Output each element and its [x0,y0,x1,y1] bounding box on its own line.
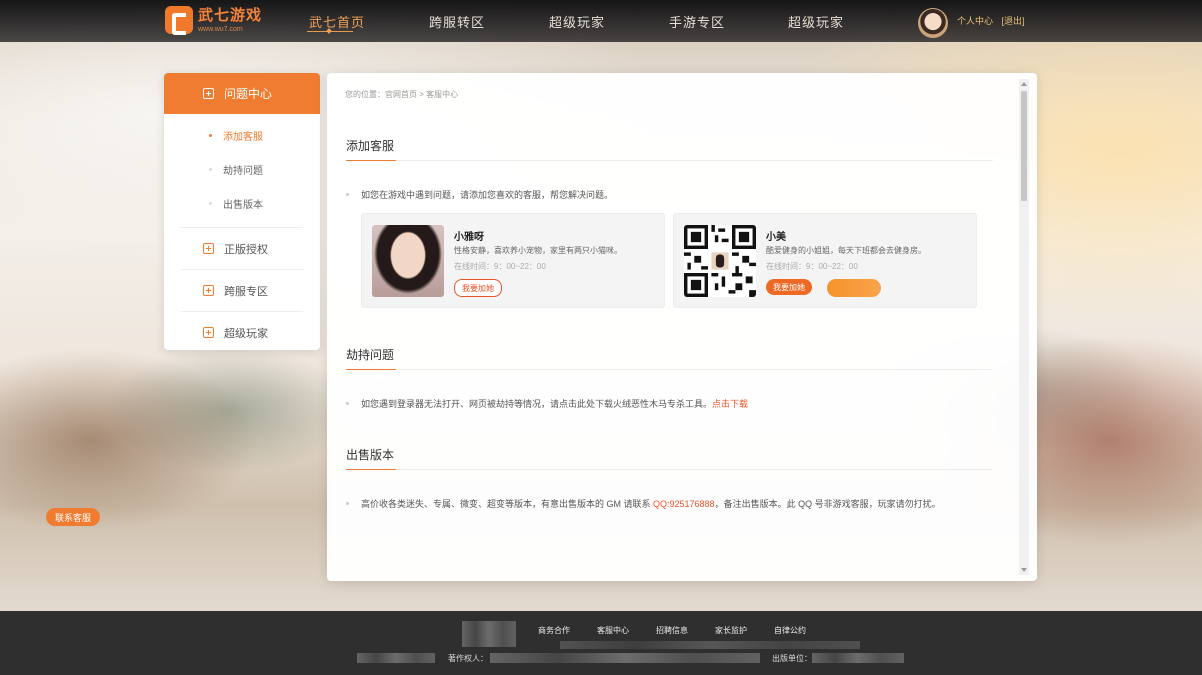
publisher-label: 出版单位： [772,654,812,663]
help-sidebar: 问题中心 添加客服 劫持问题 出售版本 正版授权 跨服专区 超级玩家 [164,73,320,350]
agent-online-time: 在线时间：9：00~22：00 [454,262,546,271]
blurred-text [357,653,435,663]
nav-home[interactable]: 武七首页 [287,0,387,42]
sidebar-head-label: 问题中心 [224,87,273,101]
logout-link[interactable]: [退出] [1002,16,1025,26]
sidebar-item-label: 超级玩家 [224,327,268,340]
sidebar-head[interactable]: 问题中心 [164,73,320,114]
qq-link[interactable]: QQ:925176888 [653,499,715,509]
sidebar-item-label: 跨服专区 [224,285,268,298]
page-footer: 商务合作 客服中心 招聘信息 家长监护 自律公约 著作权人： 出版单位： [0,611,1202,675]
section-divider [346,469,993,470]
nav-active-indicator [307,30,353,34]
sidebar-subitem-label: 添加客服 [223,131,263,143]
nav-cross-server[interactable]: 跨服转区 [407,0,507,42]
nav-super-player[interactable]: 超级玩家 [527,0,627,42]
sell-version-text-before: 高价收各类迷失、专属、微变、超变等版本，有意出售版本的 GM 请联系 [361,499,654,509]
sell-version-text: 高价收各类迷失、专属、微变、超变等版本，有意出售版本的 GM 请联系 QQ:92… [346,497,941,510]
logo-icon [165,6,193,35]
section-title-sell-version: 出售版本 [346,448,395,462]
add-agent-button[interactable]: 我要加她 [766,279,812,295]
add-agent-button[interactable]: 我要加她 [454,279,502,297]
plus-square-icon [203,285,214,296]
content-panel: 您的位置：官网首页 > 客服中心 添加客服 如您在游戏中遇到问题，请添加您喜欢的… [327,73,1037,581]
footer-link-service[interactable]: 客服中心 [597,625,629,636]
plus-square-icon [203,243,214,254]
scroll-thumb[interactable] [1021,91,1027,201]
copyright-label: 著作权人： [448,654,488,663]
blurred-logo [462,621,516,647]
agent-photo [372,225,444,297]
sidebar-subitem-label: 出售版本 [223,199,263,211]
sidebar-subitem-hijack[interactable]: 劫持问题 [164,152,320,186]
logo-url: www.wu7.com [198,25,243,33]
sidebar-item-cross-server[interactable]: 跨服专区 [181,269,303,311]
blurred-text [490,653,760,663]
top-navigation-bar: 武七游戏 www.wu7.com 武七首页 跨服转区 超级玩家 手游专区 超级玩… [0,0,1202,42]
bullet-dot-icon [209,201,212,205]
sidebar-subitem-label: 劫持问题 [223,165,263,177]
agent-description: 性格安静，喜欢养小宠物，家里有两只小猫咪。 [454,246,622,255]
bullet-dot-icon [209,133,212,137]
sidebar-item-super-player[interactable]: 超级玩家 [181,311,303,350]
sidebar-item-label: 正版授权 [224,243,268,256]
footer-link-jobs[interactable]: 招聘信息 [656,625,688,636]
agent-online-time: 在线时间：9：00~22：00 [766,262,858,271]
agent-description: 酷爱健身的小姐姐，每天下班都会去健身房。 [766,246,926,255]
hijack-text-body: 如您遇到登录器无法打开、网页被劫持等情况，请点击此处下载火绒恶性木马专杀工具。 [361,399,713,409]
site-logo[interactable]: 武七游戏 www.wu7.com [165,6,263,35]
footer-link-parental[interactable]: 家长监护 [715,625,747,636]
agent-card: 小雅呀 性格安静，喜欢养小宠物，家里有两只小猫咪。 在线时间：9：00~22：0… [361,213,665,308]
qr-code-image [684,225,756,297]
agent-name: 小美 [766,232,786,243]
breadcrumb: 您的位置：官网首页 > 客服中心 [345,90,459,99]
section-title-hijack: 劫持问题 [346,348,395,362]
agent-name: 小雅呀 [454,232,484,243]
download-link[interactable]: 点击下载 [712,399,748,409]
blank-orange-button[interactable] [827,279,881,297]
plus-square-icon [203,88,214,99]
add-service-text: 如您在游戏中遇到问题，请添加您喜欢的客服，帮您解决问题。 [346,188,613,201]
nav-super-player-2[interactable]: 超级玩家 [766,0,866,42]
sell-version-text-after: ，备注出售版本。此 QQ 号非游戏客服，玩家请勿打扰。 [714,499,941,509]
footer-link-business[interactable]: 商务合作 [538,625,570,636]
hijack-text: 如您遇到登录器无法打开、网页被劫持等情况，请点击此处下载火绒恶性木马专杀工具。点… [346,397,748,410]
plus-square-icon [203,327,214,338]
agent-card: 小美 酷爱健身的小姐姐，每天下班都会去健身房。 在线时间：9：00~22：00 … [673,213,977,308]
contact-service-button[interactable]: 联系客服 [46,508,100,526]
sidebar-subitem-sell-version[interactable]: 出售版本 [164,186,320,220]
section-divider [346,369,993,370]
scroll-up-icon[interactable] [1021,82,1027,86]
content-scrollbar[interactable] [1019,79,1029,575]
sidebar-item-license[interactable]: 正版授权 [181,227,303,269]
logo-name: 武七游戏 [198,6,263,24]
user-avatar[interactable] [918,8,948,38]
scroll-down-icon[interactable] [1021,568,1027,572]
blurred-text [560,641,860,649]
sidebar-subitem-add-service[interactable]: 添加客服 [164,118,320,152]
bullet-dot-icon [209,167,212,171]
section-divider [346,160,993,161]
blurred-text [812,653,904,663]
user-center-link[interactable]: 个人中心 [957,16,993,26]
footer-link-self-discipline[interactable]: 自律公约 [774,625,806,636]
nav-mobile-games[interactable]: 手游专区 [647,0,747,42]
section-title-add-service: 添加客服 [346,139,395,153]
